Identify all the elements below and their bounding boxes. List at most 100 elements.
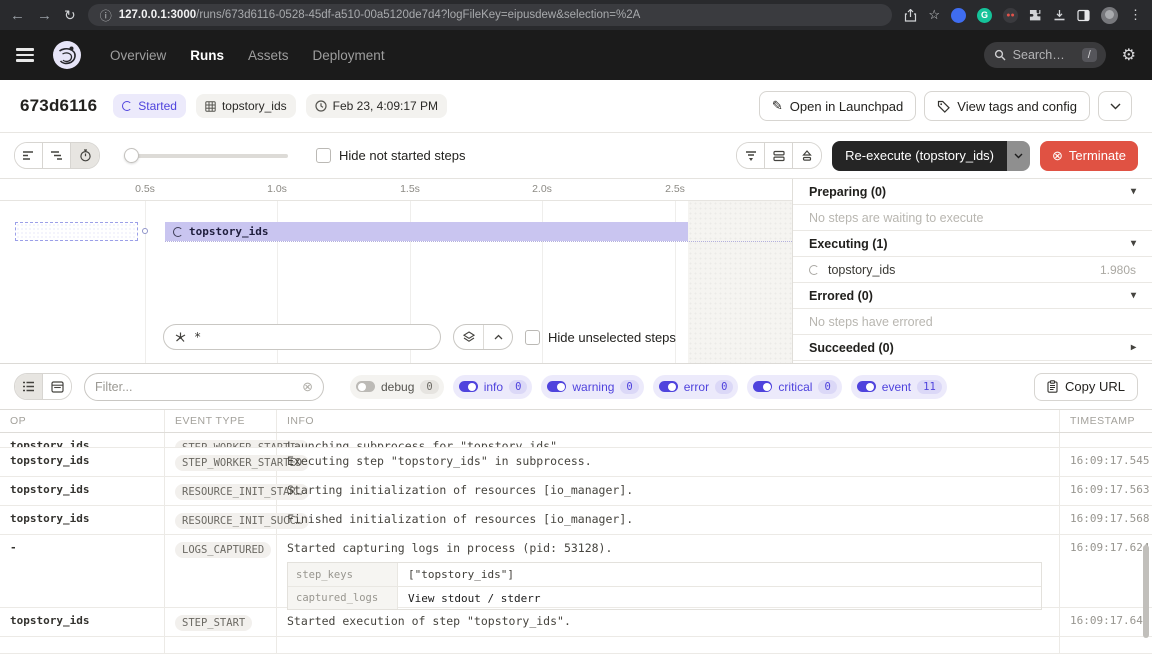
table-row[interactable]: topstory_ids RESOURCE_INIT_STAR… Startin…: [0, 477, 1152, 506]
download-icon[interactable]: [1053, 9, 1066, 22]
browser-chrome: ← → ↻ ⓘ 127.0.0.1:3000/runs/673d6116-052…: [0, 0, 1152, 30]
share-icon[interactable]: [904, 9, 917, 22]
log-level-chip-error[interactable]: error0: [653, 375, 739, 399]
split-rows-icon[interactable]: [765, 143, 793, 168]
browser-menu-icon[interactable]: ⋮: [1129, 7, 1142, 23]
nav-item-assets[interactable]: Assets: [248, 48, 289, 63]
copy-url-button[interactable]: Copy URL: [1034, 373, 1138, 401]
panel-step-row[interactable]: topstory_ids 1.980s: [793, 257, 1152, 283]
log-level-chip-warning[interactable]: warning0: [541, 375, 643, 399]
log-scrollbar-thumb[interactable]: [1143, 545, 1149, 638]
clock-icon: [315, 100, 327, 112]
clear-filter-icon[interactable]: ⊗: [302, 379, 313, 395]
view-flat-icon[interactable]: [15, 143, 43, 168]
run-job-tag[interactable]: topstory_ids: [196, 94, 296, 118]
dagster-logo[interactable]: [52, 40, 82, 70]
zoom-slider[interactable]: [126, 154, 288, 158]
axis-tick: 2.5s: [655, 183, 695, 195]
step-status-panel: Preparing (0)▾ No steps are waiting to e…: [793, 179, 1152, 363]
search-icon: [994, 49, 1006, 61]
nav-item-runs[interactable]: Runs: [190, 48, 224, 63]
view-stdout-stderr-link[interactable]: View stdout / stderr: [398, 587, 1041, 609]
axis-tick: 1.5s: [390, 183, 430, 195]
log-view-mode-group: [14, 373, 72, 400]
run-actions-chevron-button[interactable]: [1098, 91, 1132, 121]
panel-step-name: topstory_ids: [828, 263, 895, 277]
eject-panel-icon[interactable]: [793, 143, 821, 168]
hamburger-menu-icon[interactable]: [16, 48, 34, 62]
settings-gear-icon[interactable]: ⚙: [1122, 45, 1136, 65]
panel-section-executing[interactable]: Executing (1)▾: [793, 231, 1152, 257]
gantt-duration-dotted-line: [165, 241, 792, 242]
gantt-future-region: [688, 201, 793, 363]
panel-section-errored[interactable]: Errored (0)▾: [793, 283, 1152, 309]
view-tags-config-button[interactable]: View tags and config: [924, 91, 1090, 121]
table-row[interactable]: topstory_ids STEP_WORKER_STARTI… Launchi…: [0, 433, 1152, 448]
open-launchpad-button[interactable]: ✎ Open in Launchpad: [759, 91, 916, 121]
filter-collapse-icon[interactable]: [737, 143, 765, 168]
log-metadata-table: step_keys ["topstory_ids"] captured_logs…: [287, 562, 1042, 610]
global-search[interactable]: Search… /: [984, 42, 1106, 68]
page-info-icon[interactable]: ⓘ: [100, 7, 112, 24]
nav-item-overview[interactable]: Overview: [110, 48, 166, 63]
extensions-puzzle-icon[interactable]: [1029, 9, 1042, 22]
step-selector-input[interactable]: [194, 330, 430, 344]
view-waterfall-icon[interactable]: [43, 143, 71, 168]
extension-icon-blue[interactable]: [951, 8, 966, 23]
extension-icon-dark[interactable]: ●●: [1003, 8, 1018, 23]
col-info: INFO: [277, 410, 1060, 432]
circle-x-icon: ⊗: [1052, 148, 1063, 164]
chevron-up-icon[interactable]: [483, 325, 512, 349]
event-type-badge: STEP_START: [175, 615, 252, 631]
table-row[interactable]: topstory_ids RESOURCE_INIT_SUCC… Finishe…: [0, 506, 1152, 535]
col-timestamp: TIMESTAMP: [1060, 410, 1152, 432]
log-level-chip-info[interactable]: info0: [453, 375, 533, 399]
nav-item-deployment[interactable]: Deployment: [313, 48, 385, 63]
axis-tick: 0.5s: [125, 183, 165, 195]
back-icon[interactable]: ←: [10, 7, 25, 24]
gantt-bar-label: topstory_ids: [189, 225, 268, 238]
hide-not-started-checkbox[interactable]: [316, 148, 331, 163]
log-level-chip-debug[interactable]: debug0: [350, 375, 444, 399]
run-timestamp-tag: Feb 23, 4:09:17 PM: [306, 94, 447, 118]
gantt-toolbar: Hide not started steps Re-execute (topst…: [0, 133, 1152, 178]
panel-empty-text: No steps have errored: [793, 309, 1152, 335]
layers-icon[interactable]: [454, 325, 483, 349]
bookmark-star-icon[interactable]: ☆: [928, 7, 940, 23]
table-row[interactable]: - LOGS_CAPTURED Started capturing logs i…: [0, 535, 1152, 608]
gantt-time-axis: 0.5s 1.0s 1.5s 2.0s 2.5s: [0, 179, 792, 201]
metadata-key: captured_logs: [288, 587, 398, 609]
col-op: OP: [0, 410, 165, 432]
side-panel-icon[interactable]: [1077, 9, 1090, 22]
url-bar[interactable]: ⓘ 127.0.0.1:3000/runs/673d6116-0528-45df…: [88, 4, 893, 26]
log-filter-input[interactable]: [95, 380, 296, 394]
reload-icon[interactable]: ↻: [64, 7, 76, 24]
view-timed-stopwatch-icon[interactable]: [71, 143, 99, 168]
terminate-button[interactable]: ⊗ Terminate: [1040, 141, 1138, 171]
hide-unselected-checkbox[interactable]: [525, 330, 540, 345]
forward-icon[interactable]: →: [37, 7, 52, 24]
search-placeholder: Search…: [1013, 48, 1065, 62]
extension-icon-grammarly[interactable]: G: [977, 8, 992, 23]
log-level-chip-critical[interactable]: critical0: [747, 375, 841, 399]
log-position-group: [736, 142, 822, 169]
caret-down-icon: ▾: [1131, 186, 1136, 197]
log-structured-view-icon[interactable]: [43, 374, 71, 399]
zoom-slider-knob[interactable]: [124, 148, 139, 163]
panel-section-preparing[interactable]: Preparing (0)▾: [793, 179, 1152, 205]
table-row[interactable]: topstory_ids STEP_WORKER_STARTED Executi…: [0, 448, 1152, 477]
gantt-queued-box[interactable]: [15, 222, 138, 241]
col-event-type: EVENT TYPE: [165, 410, 277, 432]
table-row[interactable]: topstory_ids STEP_START Started executio…: [0, 608, 1152, 637]
gantt-chart: 0.5s 1.0s 1.5s 2.0s 2.5s topstory_ids: [0, 179, 793, 363]
browser-avatar[interactable]: [1101, 7, 1118, 24]
log-level-chip-event[interactable]: event11: [851, 375, 947, 399]
gantt-step-bar[interactable]: topstory_ids: [165, 222, 688, 241]
reexecute-button[interactable]: Re-execute (topstory_ids): [832, 141, 1007, 171]
reexecute-chevron-button[interactable]: [1007, 141, 1030, 171]
axis-tick: 2.0s: [522, 183, 562, 195]
panel-section-succeeded[interactable]: Succeeded (0)▸: [793, 335, 1152, 361]
tag-icon: [937, 100, 950, 113]
log-table-header: OP EVENT TYPE INFO TIMESTAMP: [0, 410, 1152, 433]
log-list-view-icon[interactable]: [15, 374, 43, 399]
